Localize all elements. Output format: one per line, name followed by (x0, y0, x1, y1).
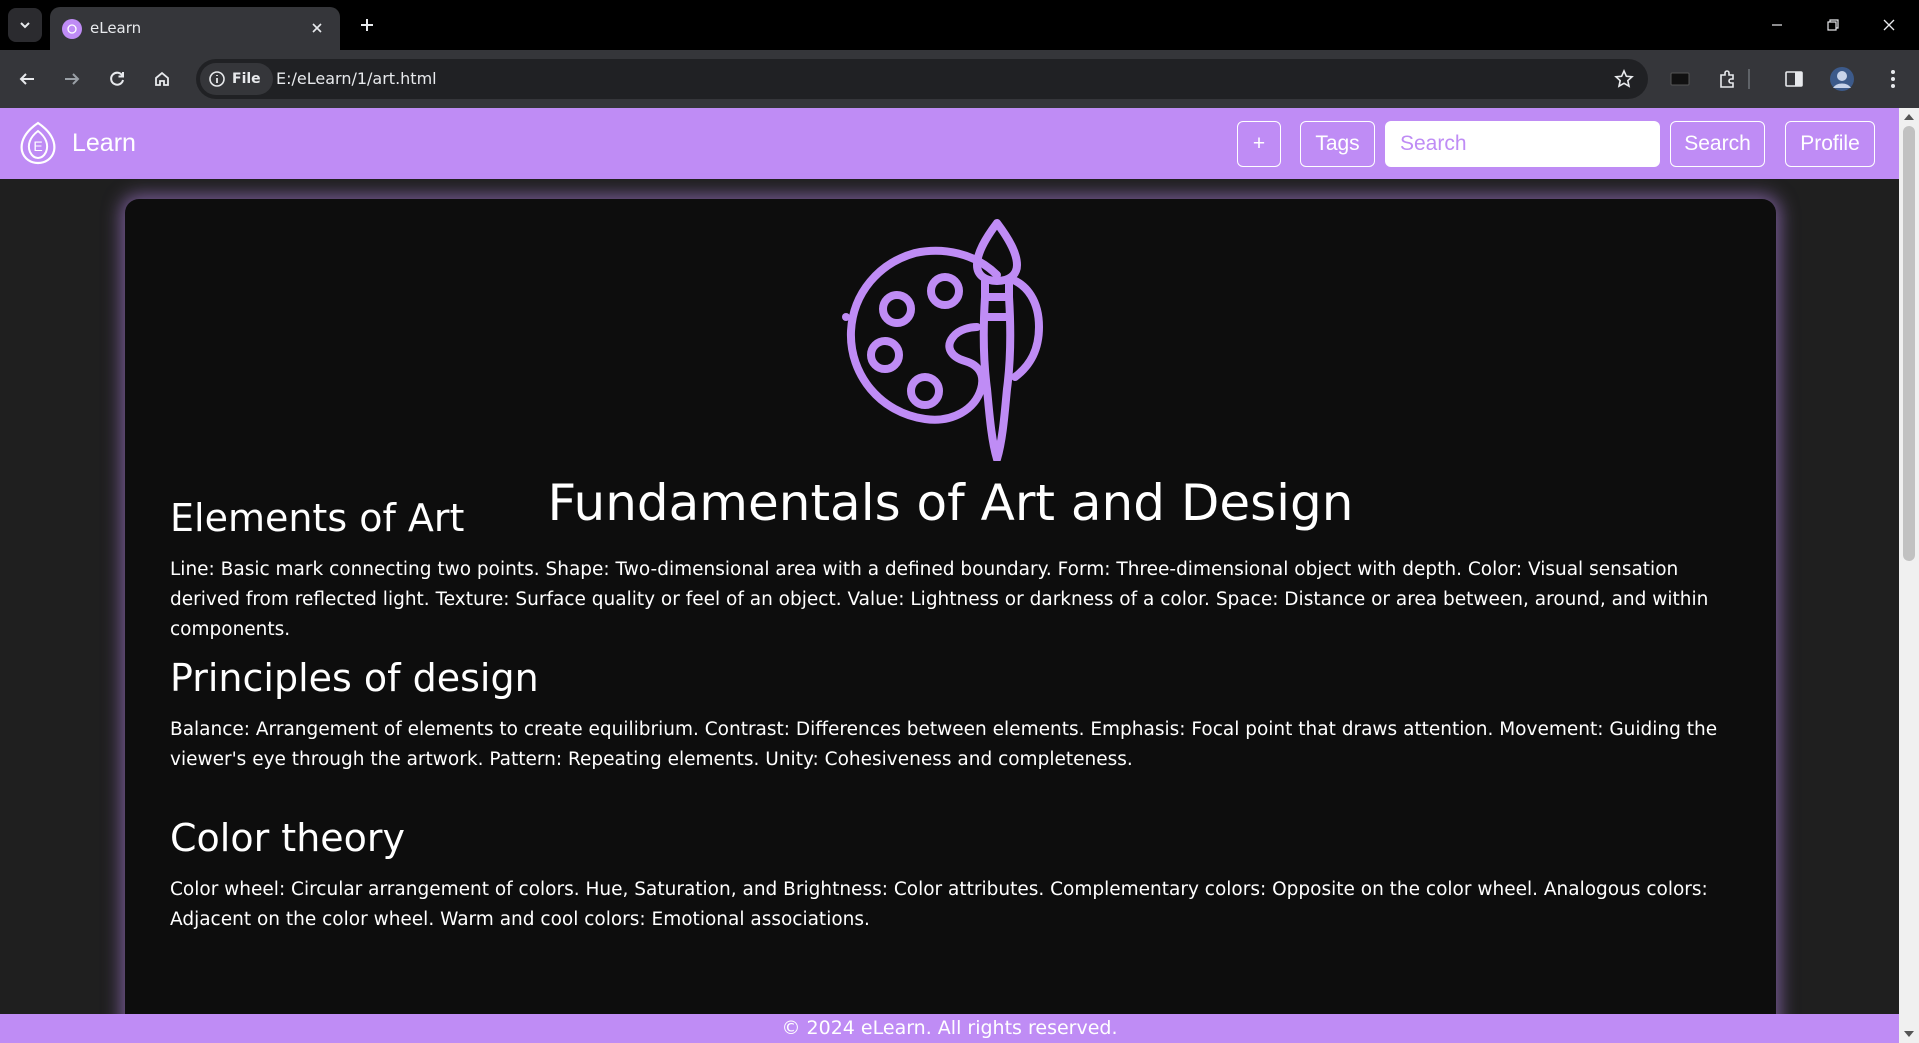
profile-avatar-icon[interactable] (1825, 62, 1859, 96)
scroll-up-icon[interactable] (1904, 114, 1914, 120)
web-page: E Learn + Tags Search Profile (0, 108, 1919, 1043)
tab-favicon-icon (62, 19, 82, 39)
site-info-label: File (232, 71, 261, 87)
svg-text:E: E (33, 138, 42, 154)
forward-icon[interactable] (55, 62, 89, 96)
site-navbar: E Learn + Tags Search Profile (0, 108, 1899, 179)
section-body-color: Color wheel: Circular arrangement of col… (170, 879, 1708, 930)
section-body-elements: Line: Basic mark connecting two points. … (170, 559, 1709, 640)
site-footer: © 2024 eLearn. All rights reserved. (0, 1014, 1899, 1043)
section-body-principles: Balance: Arrangement of elements to crea… (170, 719, 1718, 770)
more-menu-icon[interactable] (1876, 62, 1910, 96)
tab-search-button[interactable] (8, 8, 42, 42)
browser-tab-strip: eLearn (0, 0, 1919, 50)
section-heading-elements: Elements of Art (170, 496, 465, 540)
scroll-thumb[interactable] (1903, 126, 1915, 561)
section-heading-principles: Principles of design (170, 656, 539, 700)
elearn-logo: E (20, 121, 56, 165)
active-tab[interactable]: eLearn (50, 7, 340, 50)
toolbar-divider (1744, 62, 1754, 96)
search-input[interactable] (1385, 121, 1660, 167)
cast-icon[interactable] (1663, 62, 1697, 96)
browser-toolbar: File E:/eLearn/1/art.html (0, 50, 1919, 108)
close-window-icon[interactable] (1867, 8, 1911, 42)
chevron-down-icon (20, 22, 30, 29)
tags-button[interactable]: Tags (1300, 121, 1375, 167)
bookmark-star-icon[interactable] (1612, 67, 1636, 91)
section-heading-color: Color theory (170, 816, 406, 860)
page-scrollbar[interactable] (1899, 108, 1919, 1043)
address-bar[interactable]: File E:/eLearn/1/art.html (196, 59, 1648, 99)
minimize-icon[interactable] (1755, 8, 1799, 42)
restore-icon[interactable] (1811, 8, 1855, 42)
side-panel-icon[interactable] (1777, 62, 1811, 96)
home-icon[interactable] (145, 62, 179, 96)
reload-icon[interactable] (100, 62, 134, 96)
palette-brush-icon (842, 219, 1043, 461)
search-button[interactable]: Search (1670, 121, 1765, 167)
profile-button[interactable]: Profile (1785, 121, 1875, 167)
brand[interactable]: E Learn (18, 121, 136, 165)
scroll-down-icon[interactable] (1904, 1031, 1914, 1037)
add-button[interactable]: + (1237, 121, 1281, 167)
tab-title: eLearn (90, 19, 142, 37)
brand-name: Learn (72, 128, 136, 157)
tab-close-icon[interactable] (304, 15, 330, 41)
new-tab-icon[interactable] (352, 10, 382, 40)
site-info-chip[interactable]: File (200, 63, 273, 95)
info-icon (209, 71, 225, 87)
extensions-icon[interactable] (1710, 62, 1744, 96)
url-text[interactable]: E:/eLearn/1/art.html (276, 69, 437, 88)
course-card: Fundamentals of Art and Design Elements … (125, 199, 1776, 1043)
back-icon[interactable] (10, 62, 44, 96)
